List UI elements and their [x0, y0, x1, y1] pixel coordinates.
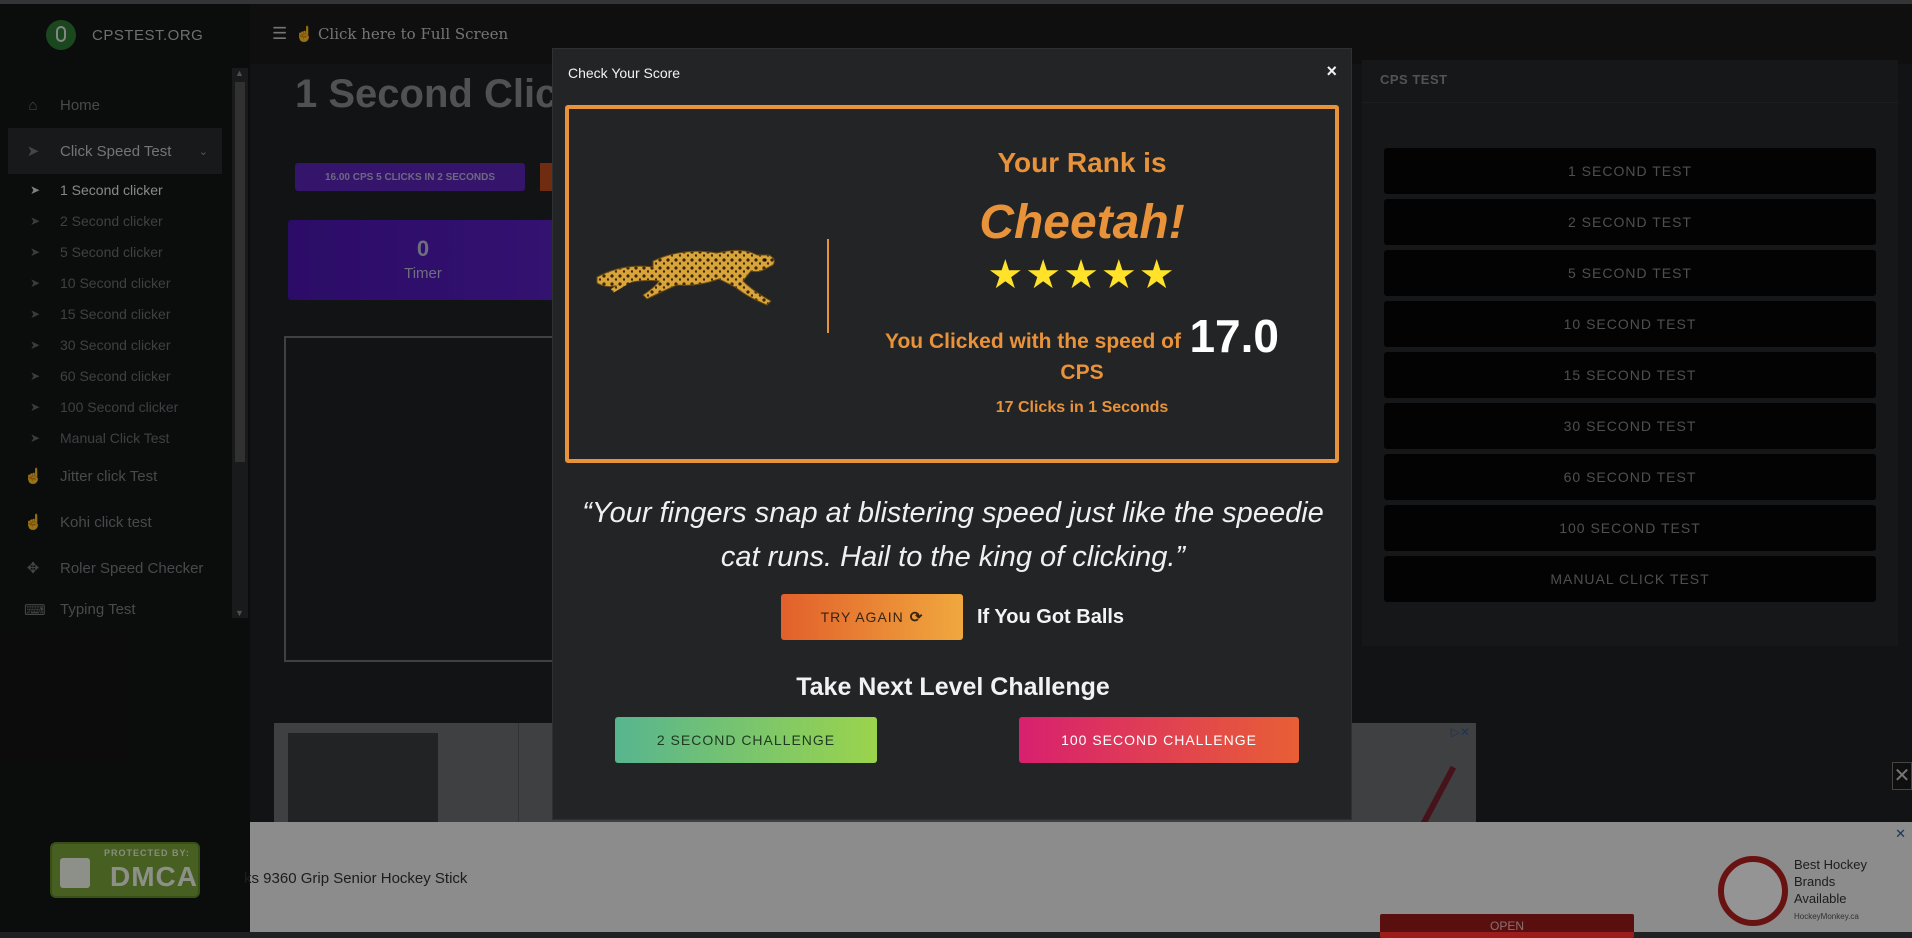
rating-stars: ★★★★★ — [987, 253, 1177, 297]
click-summary: 17 Clicks in 1 Seconds — [995, 399, 1169, 416]
speed-label: You Clicked with the speed of — [885, 330, 1181, 353]
score-box: Your Rank is Cheetah! ★★★★★ You Clicked … — [565, 105, 1339, 463]
rank-quote: “Your fingers snap at blistering speed j… — [553, 491, 1353, 579]
next-level-heading: Take Next Level Challenge — [796, 673, 1110, 701]
close-icon[interactable]: × — [1326, 61, 1337, 82]
rank-label: Your Rank is — [997, 147, 1167, 178]
challenge-text: If You Got Balls — [977, 605, 1125, 628]
try-again-row: TRY AGAIN ⟳ If You Got Balls — [781, 594, 1124, 640]
2-second-challenge-button[interactable]: 2 SECOND CHALLENGE — [615, 717, 877, 763]
100-second-challenge-button[interactable]: 100 SECOND CHALLENGE — [1019, 717, 1299, 763]
try-again-button[interactable]: TRY AGAIN ⟳ — [781, 594, 963, 640]
speed-unit: CPS — [1060, 361, 1104, 384]
speed-value: 17.0 — [1189, 310, 1279, 362]
score-modal: Check Your Score × Your Rank is Cheetah!… — [552, 48, 1352, 820]
quote-line-2: cat runs. Hail to the king of clicking.” — [720, 541, 1186, 573]
rank-name: Cheetah! — [979, 196, 1185, 249]
speed-line: You Clicked with the speed of 17.0 — [829, 309, 1335, 363]
modal-title: Check Your Score — [568, 65, 681, 81]
cheetah-icon — [593, 233, 783, 313]
quote-line-1: “Your fingers snap at blistering speed j… — [582, 497, 1324, 529]
try-again-label: TRY AGAIN — [820, 609, 904, 625]
refresh-icon: ⟳ — [909, 609, 924, 626]
